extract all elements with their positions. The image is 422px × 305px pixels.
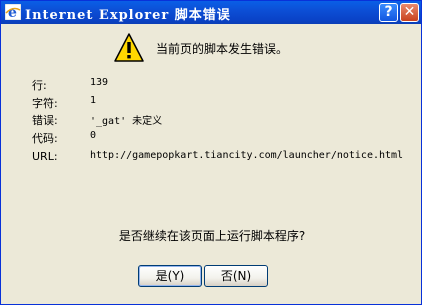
yes-button[interactable]: 是(Y) <box>138 265 202 287</box>
help-icon: ? <box>384 4 393 20</box>
window-title: Internet Explorer 脚本错误 <box>25 8 231 23</box>
detail-value: 0 <box>90 130 97 141</box>
svg-text:e: e <box>8 5 17 20</box>
script-error-dialog: e Internet Explorer 脚本错误 ? ✕ 当前页的脚本发生错误。… <box>0 0 422 305</box>
no-button[interactable]: 否(N) <box>204 265 268 287</box>
help-button[interactable]: ? <box>379 3 398 22</box>
detail-label: 错误: <box>32 114 58 127</box>
detail-value: 139 <box>90 77 109 88</box>
detail-value: '_gat' 未定义 <box>90 116 163 127</box>
internet-explorer-icon: e <box>5 4 21 20</box>
detail-label: 代码: <box>32 132 58 145</box>
detail-label: URL: <box>32 150 58 163</box>
title-bar[interactable]: e Internet Explorer 脚本错误 ? ✕ <box>1 1 421 24</box>
warning-icon <box>114 33 144 62</box>
close-icon: ✕ <box>403 4 416 20</box>
error-message: 当前页的脚本发生错误。 <box>156 42 289 56</box>
close-button[interactable]: ✕ <box>400 3 419 22</box>
detail-value: http://gamepopkart.tiancity.com/launcher… <box>90 150 404 161</box>
continue-question: 是否继续在该页面上运行脚本程序? <box>118 229 306 243</box>
detail-label: 行: <box>32 79 47 92</box>
detail-label: 字符: <box>32 97 58 110</box>
detail-value: 1 <box>90 95 97 106</box>
